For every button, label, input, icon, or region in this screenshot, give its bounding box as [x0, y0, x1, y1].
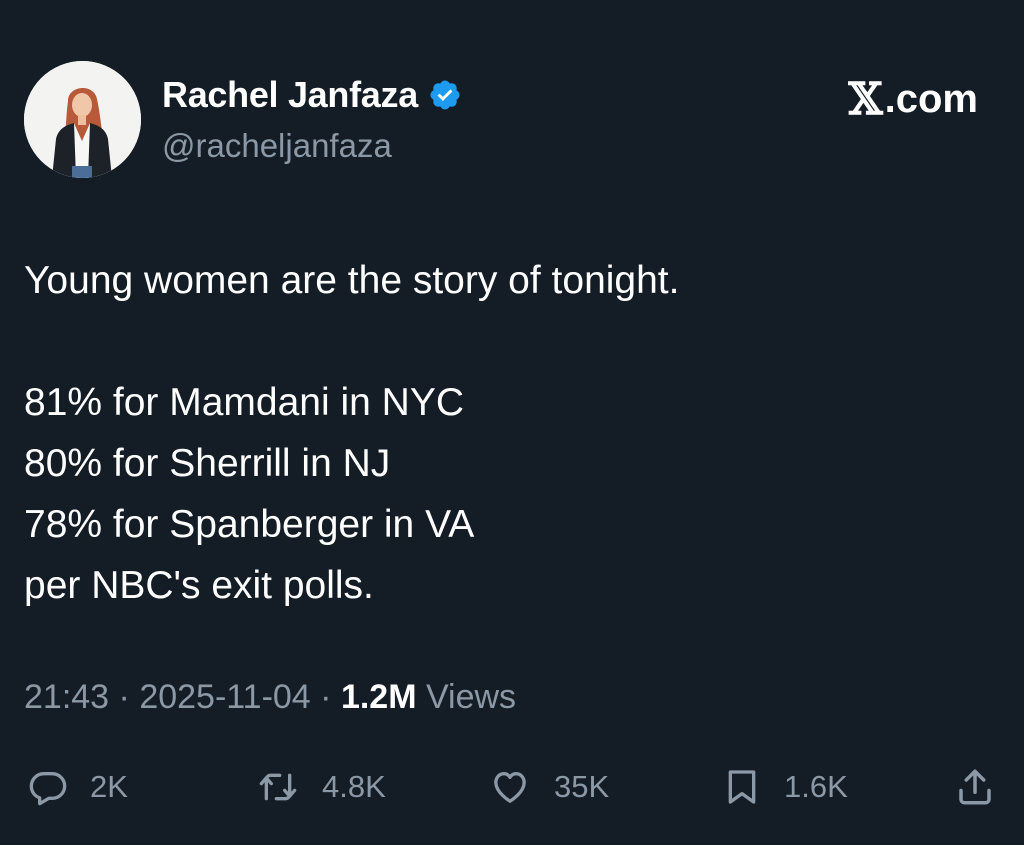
bookmark-count: 1.6K	[784, 769, 848, 804]
bookmark-button[interactable]: 1.6K	[722, 762, 848, 812]
tweet-line: Young women are the story of tonight.	[24, 259, 680, 302]
reply-button[interactable]: 2K	[28, 762, 128, 812]
like-count: 35K	[554, 769, 610, 804]
x-logo-icon: 𝕏	[848, 74, 883, 125]
bookmark-icon	[728, 770, 756, 804]
share-icon	[959, 769, 991, 805]
brand-suffix: .com	[884, 77, 978, 121]
tweet-meta: 21:43 · 2025-11-04 · 1.2M Views	[24, 678, 516, 717]
views-count: 1.2M	[340, 678, 417, 716]
action-bar: 2K 4.8K 35K 1.6K	[24, 762, 1000, 812]
tweet-line: 81% for Mamdani in NYC	[24, 381, 465, 424]
tweet-line: per NBC's exit polls.	[24, 564, 374, 607]
author-name[interactable]: Rachel Janfaza	[162, 74, 418, 116]
tweet-line: 80% for Sherrill in NJ	[24, 442, 391, 485]
meta-separator: ·	[310, 678, 341, 716]
heart-icon	[494, 772, 526, 803]
tweet-date[interactable]: 2025-11-04	[139, 678, 310, 716]
repost-button[interactable]: 4.8K	[256, 762, 386, 812]
avatar[interactable]	[24, 61, 141, 178]
reply-icon	[29, 772, 67, 806]
tweet-line: 78% for Spanberger in VA	[24, 503, 475, 546]
meta-separator: ·	[109, 678, 140, 716]
author-handle[interactable]: @racheljanfaza	[162, 127, 392, 165]
author-name-row[interactable]: Rachel Janfaza	[162, 74, 462, 116]
avatar-image	[24, 61, 141, 178]
repost-icon	[259, 773, 297, 801]
tweet-text: Young women are the story of tonight. 81…	[24, 250, 984, 616]
share-button[interactable]	[954, 762, 996, 812]
brand-logo: 𝕏 .com	[849, 74, 979, 125]
tweet-time[interactable]: 21:43	[24, 678, 109, 716]
reply-count: 2K	[90, 769, 128, 804]
tweet-card: Rachel Janfaza @racheljanfaza 𝕏 .com You…	[0, 0, 1024, 845]
repost-count: 4.8K	[322, 769, 386, 804]
views-label: Views	[416, 678, 517, 716]
like-button[interactable]: 35K	[488, 762, 609, 812]
verified-badge-icon	[430, 80, 460, 110]
